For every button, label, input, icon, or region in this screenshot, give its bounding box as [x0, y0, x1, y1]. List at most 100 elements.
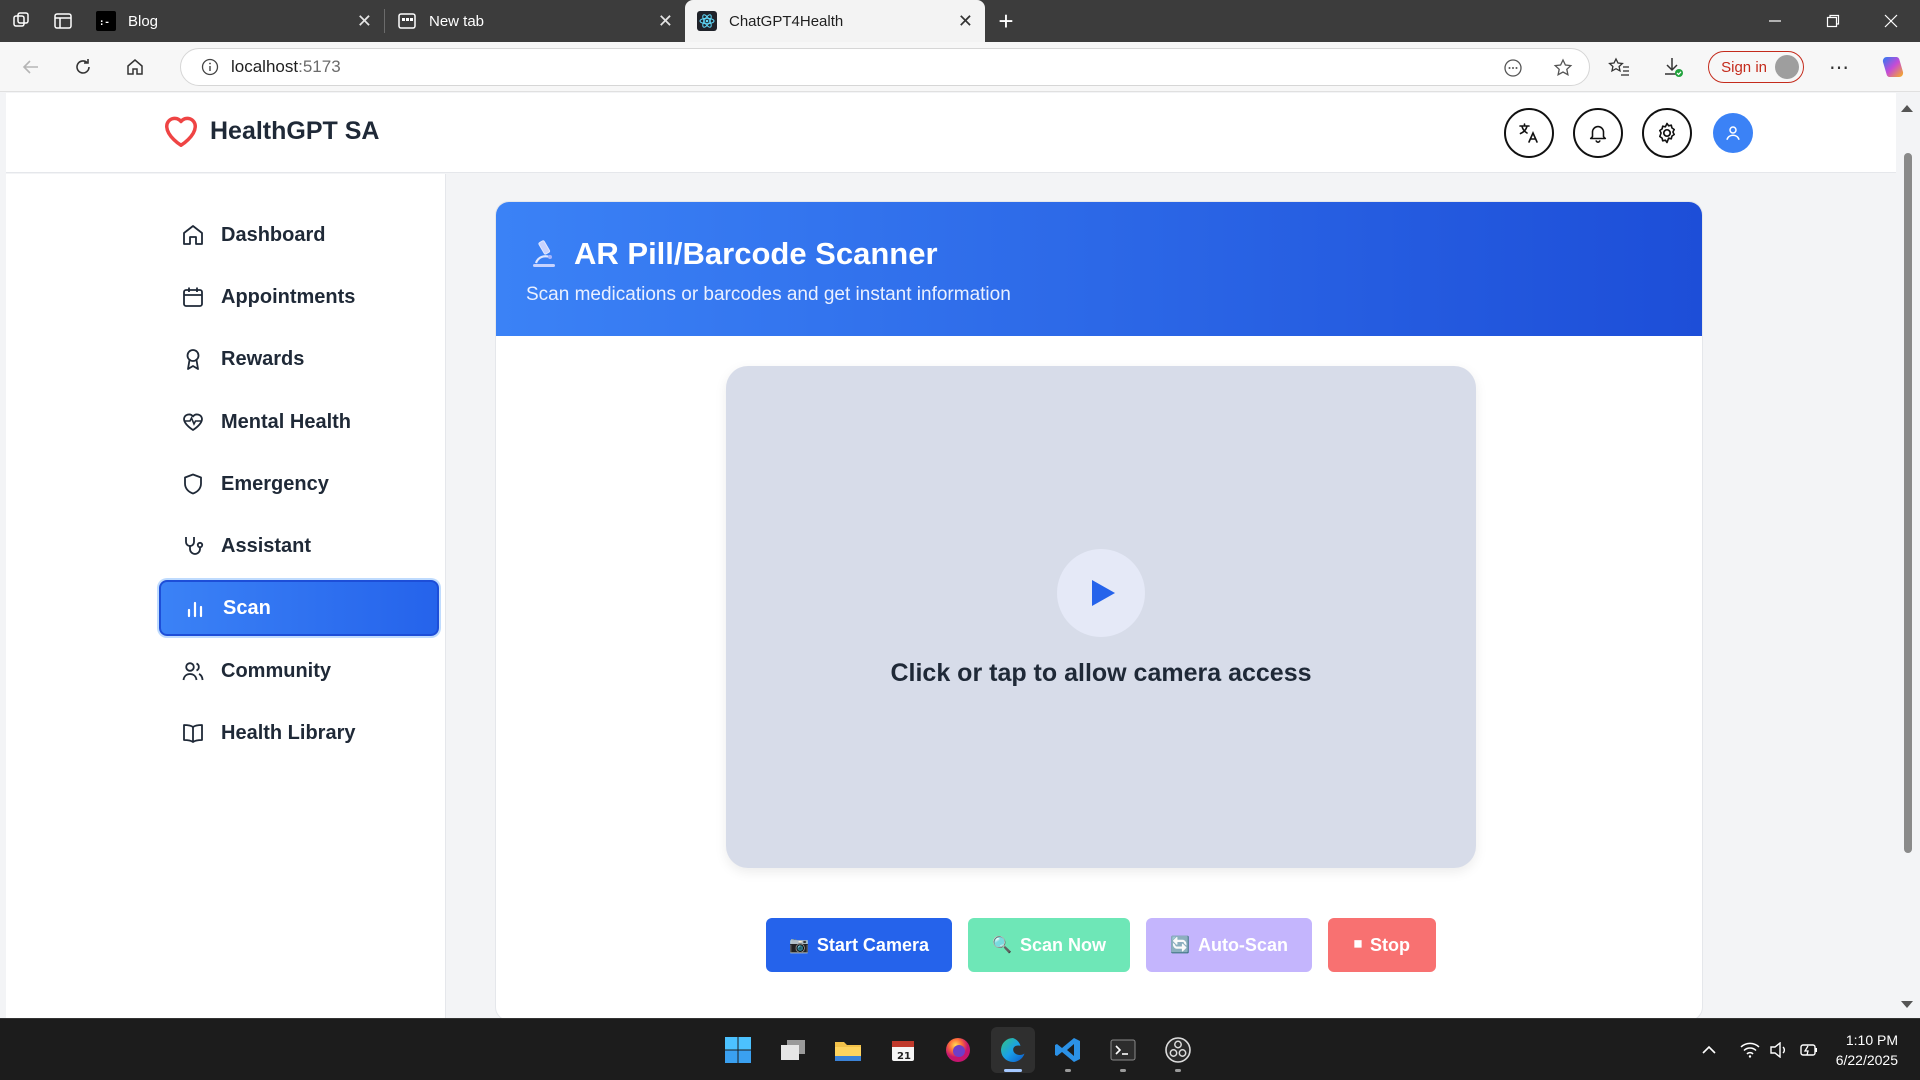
read-aloud-icon[interactable]	[1503, 58, 1523, 78]
restore-icon[interactable]	[1804, 0, 1862, 42]
sidebar-item-label: Rewards	[221, 347, 305, 370]
home-icon[interactable]	[110, 47, 160, 87]
react-logo-icon	[697, 11, 717, 31]
tab-blog[interactable]: :- Blog ✕	[84, 0, 384, 42]
close-tab-icon[interactable]: ✕	[958, 11, 973, 32]
firefox-icon[interactable]	[936, 1027, 980, 1073]
sidebar-item-mental-health[interactable]: Mental Health	[159, 394, 439, 450]
sidebar-item-health-library[interactable]: Health Library	[159, 705, 439, 761]
tab-chatgpt4health[interactable]: ChatGPT4Health ✕	[685, 0, 985, 42]
favorites-icon[interactable]	[1592, 57, 1646, 77]
stop-button[interactable]: ⏹ Stop	[1328, 918, 1436, 972]
system-clock[interactable]: 1:10 PM 6/22/2025	[1836, 1030, 1898, 1070]
windows-start-icon[interactable]	[716, 1027, 760, 1073]
sidebar-item-dashboard[interactable]: Dashboard	[159, 207, 439, 263]
close-tab-icon[interactable]: ✕	[357, 11, 372, 32]
volume-icon[interactable]	[1770, 1042, 1788, 1058]
home-icon	[181, 223, 205, 247]
browser-tab-strip: :- Blog ✕ New tab ✕ ChatGPT4Health ✕ +	[0, 0, 1920, 42]
edge-icon[interactable]	[991, 1027, 1035, 1073]
tab-title: ChatGPT4Health	[729, 12, 844, 30]
calendar-app-icon[interactable]: 21	[881, 1027, 925, 1073]
stethoscope-icon	[181, 534, 205, 558]
play-button[interactable]	[1057, 549, 1145, 637]
tab-new-tab[interactable]: New tab ✕	[385, 0, 685, 42]
button-label: Auto-Scan	[1197, 934, 1288, 955]
sidebar-item-rewards[interactable]: Rewards	[159, 331, 439, 387]
start-camera-button[interactable]: 📷 Start Camera	[766, 918, 952, 972]
window-controls	[1746, 0, 1920, 42]
award-icon	[181, 347, 205, 371]
app-root: HealthGPT SA Dashboard Appointments Rewa…	[6, 93, 1896, 1018]
sidebar-item-label: Scan	[223, 596, 271, 619]
copilot-icon[interactable]	[1866, 54, 1920, 80]
minimize-icon[interactable]	[1746, 0, 1804, 42]
wifi-icon[interactable]	[1740, 1042, 1760, 1058]
sidebar-item-emergency[interactable]: Emergency	[159, 456, 439, 512]
site-info-icon[interactable]	[189, 58, 231, 76]
page-scrollbar[interactable]	[1896, 93, 1920, 1018]
chevron-up-icon[interactable]	[1702, 1045, 1716, 1055]
heart-pulse-icon	[181, 410, 205, 434]
sidebar: Dashboard Appointments Rewards Mental He…	[6, 174, 446, 1018]
sidebar-item-assistant[interactable]: Assistant	[159, 518, 439, 574]
profile-avatar-icon	[1775, 55, 1799, 79]
close-window-icon[interactable]	[1862, 0, 1920, 42]
scanner-header: AR Pill/Barcode Scanner Scan medications…	[496, 202, 1702, 336]
task-view-icon[interactable]	[771, 1027, 815, 1073]
svg-text::-: :-	[99, 18, 110, 28]
brand-name: HealthGPT SA	[210, 116, 380, 145]
svg-text:21: 21	[897, 1051, 911, 1062]
battery-icon[interactable]	[1798, 1042, 1818, 1058]
translate-icon	[1517, 121, 1541, 145]
windows-taskbar: 21 1:10 PM 6/22/2025	[0, 1018, 1920, 1080]
new-tab-button[interactable]: +	[985, 0, 1027, 42]
settings-icon	[1655, 121, 1679, 145]
favorite-star-icon[interactable]	[1553, 58, 1573, 78]
notifications-button[interactable]	[1573, 108, 1623, 158]
tab-actions-icon[interactable]	[42, 0, 84, 42]
obs-icon[interactable]	[1156, 1027, 1200, 1073]
scroll-down-icon[interactable]	[1901, 1001, 1913, 1008]
url-text: localhost:5173	[231, 57, 341, 77]
settings-button[interactable]	[1642, 108, 1692, 158]
user-profile-button[interactable]	[1713, 113, 1753, 153]
downloads-icon[interactable]	[1646, 56, 1700, 78]
auto-scan-button[interactable]: 🔄 Auto-Scan	[1146, 918, 1312, 972]
clock-time: 1:10 PM	[1845, 1032, 1898, 1048]
sign-in-label: Sign in	[1721, 58, 1767, 76]
sidebar-item-appointments[interactable]: Appointments	[159, 269, 439, 325]
sidebar-item-label: Dashboard	[221, 223, 326, 246]
refresh-icon[interactable]	[58, 47, 108, 87]
sidebar-item-scan[interactable]: Scan	[159, 580, 439, 636]
tab-title: Blog	[128, 12, 159, 30]
file-explorer-icon[interactable]	[826, 1027, 870, 1073]
users-icon	[181, 659, 205, 683]
stop-icon: ⏹	[1353, 936, 1362, 953]
terminal-icon[interactable]	[1101, 1027, 1145, 1073]
back-icon[interactable]	[6, 47, 56, 87]
scrollbar-thumb[interactable]	[1904, 153, 1912, 853]
camera-viewport[interactable]: Click or tap to allow camera access	[726, 366, 1476, 868]
workspaces-icon[interactable]	[0, 0, 42, 42]
scroll-up-icon[interactable]	[1901, 105, 1913, 112]
sidebar-item-label: Mental Health	[221, 410, 352, 433]
tab-title: New tab	[429, 12, 485, 30]
brand[interactable]: HealthGPT SA	[162, 113, 379, 149]
translate-button[interactable]	[1504, 108, 1554, 158]
sign-in-button[interactable]: Sign in	[1708, 51, 1804, 83]
heart-logo-icon	[162, 113, 200, 149]
address-bar[interactable]: localhost:5173	[180, 48, 1590, 86]
sidebar-item-label: Community	[221, 659, 331, 682]
close-tab-icon[interactable]: ✕	[658, 11, 673, 32]
scan-now-button[interactable]: 🔍 Scan Now	[968, 918, 1130, 972]
url-host: localhost	[231, 57, 299, 76]
shield-icon	[181, 472, 205, 496]
browser-toolbar: localhost:5173 Sign in ⋯	[0, 42, 1920, 92]
bell-icon	[1587, 122, 1609, 144]
vscode-icon[interactable]	[1046, 1027, 1090, 1073]
sidebar-item-label: Emergency	[221, 472, 329, 495]
sidebar-item-community[interactable]: Community	[159, 643, 439, 699]
more-options-icon[interactable]: ⋯	[1812, 55, 1866, 80]
scanner-card: AR Pill/Barcode Scanner Scan medications…	[495, 201, 1703, 1018]
